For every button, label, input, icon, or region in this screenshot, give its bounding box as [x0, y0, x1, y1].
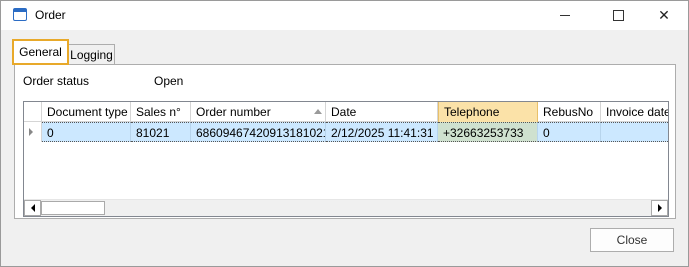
window-title: Order [35, 8, 66, 22]
close-icon: ✕ [658, 7, 670, 24]
scroll-right-button[interactable] [651, 200, 668, 216]
row-indicator-arrow-icon [29, 128, 33, 136]
sort-ascending-icon [314, 109, 322, 114]
column-header-date[interactable]: Date [326, 102, 438, 122]
column-header-telephone[interactable]: Telephone [438, 102, 538, 122]
order-status-value: Open [154, 74, 184, 88]
column-header-rebusno[interactable]: RebusNo [538, 102, 601, 122]
cell-date[interactable]: 2/12/2025 11:41:31 [326, 122, 438, 142]
cell-rebusno[interactable]: 0 [538, 122, 601, 142]
cell-sales-no[interactable]: 81021 [131, 122, 191, 142]
cell-order-number[interactable]: 68609467420913181021 [191, 122, 326, 142]
horizontal-scrollbar[interactable] [24, 199, 668, 216]
orders-grid: Document type Sales n° Order number Date… [23, 101, 669, 217]
column-header-sales-no[interactable]: Sales n° [131, 102, 191, 122]
title-bar: Order ✕ [1, 1, 688, 30]
scrollbar-thumb[interactable] [41, 201, 105, 215]
cell-invoice-date[interactable] [601, 122, 668, 142]
row-indicator-cell [24, 122, 42, 142]
arrow-right-icon [657, 204, 662, 212]
grid-header-row: Document type Sales n° Order number Date… [24, 102, 668, 122]
cell-telephone[interactable]: +32663253733 [438, 122, 538, 142]
window-close-button[interactable]: ✕ [641, 1, 687, 30]
maximize-icon [612, 10, 624, 21]
minimize-button[interactable] [542, 1, 588, 30]
arrow-left-icon [30, 204, 35, 212]
close-button[interactable]: Close [590, 228, 674, 252]
minimize-icon [560, 15, 570, 16]
header-indicator-cell [24, 102, 42, 122]
cell-document-type[interactable]: 0 [42, 122, 131, 142]
tab-general[interactable]: General [12, 39, 69, 65]
column-header-invoice-date[interactable]: Invoice date [601, 102, 668, 122]
tab-logging[interactable]: Logging [68, 44, 115, 65]
column-header-document-type[interactable]: Document type [42, 102, 131, 122]
maximize-button[interactable] [595, 1, 641, 30]
scroll-left-button[interactable] [24, 200, 41, 216]
column-header-order-number[interactable]: Order number [191, 102, 326, 122]
order-status-label: Order status [23, 74, 90, 88]
window-icon [13, 8, 27, 21]
table-row[interactable]: 0 81021 68609467420913181021 2/12/2025 1… [24, 122, 668, 142]
